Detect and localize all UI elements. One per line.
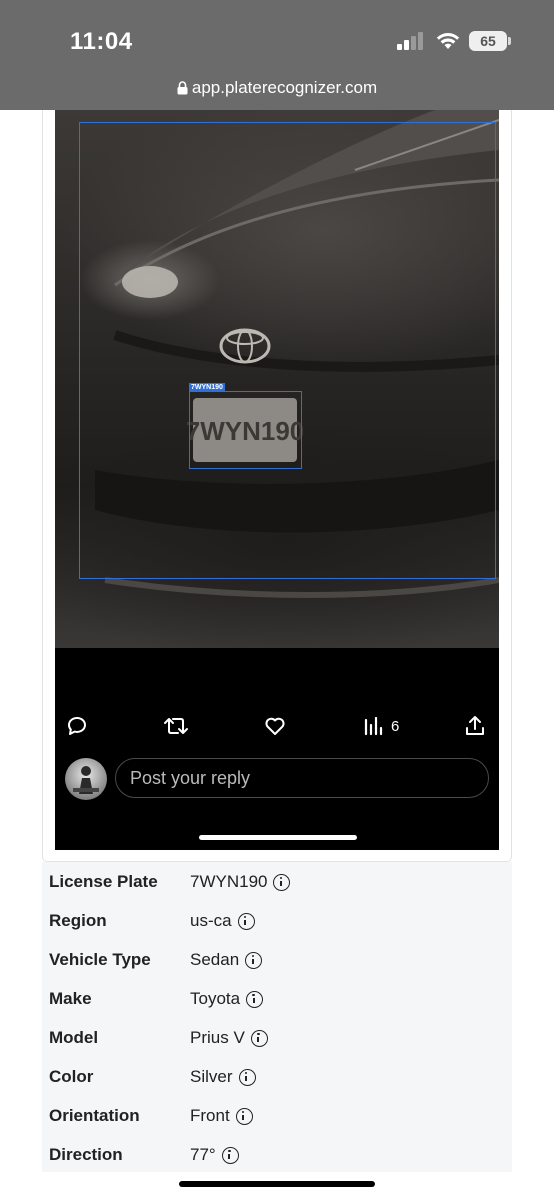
detail-row-make: Make Toyota xyxy=(42,980,512,1019)
detail-label: Color xyxy=(49,1067,94,1086)
info-icon[interactable] xyxy=(245,951,263,969)
like-button[interactable] xyxy=(263,714,287,738)
detail-row-orientation: Orientation Front xyxy=(42,1097,512,1136)
info-icon[interactable] xyxy=(246,990,264,1008)
info-icon[interactable] xyxy=(221,1146,239,1164)
info-icon[interactable] xyxy=(238,1068,256,1086)
detail-value: Prius V xyxy=(190,1028,245,1047)
uploaded-image: 7WYN190 7WYN190 6 Post your reply xyxy=(55,110,499,850)
detail-label: Orientation xyxy=(49,1106,140,1125)
detail-value: us-ca xyxy=(190,911,232,930)
detail-value: Sedan xyxy=(190,950,240,969)
avatar-figure xyxy=(73,766,99,794)
plate-detection-box xyxy=(189,391,302,469)
detail-row-color: Color Silver xyxy=(42,1058,512,1097)
detail-row-region: Region us-ca xyxy=(42,902,512,941)
detail-label: Model xyxy=(49,1028,99,1047)
detail-label: Make xyxy=(49,989,92,1008)
battery-level: 65 xyxy=(480,33,496,49)
views-button[interactable]: 6 xyxy=(363,714,399,738)
detail-row-vehicle-type: Vehicle Type Sedan xyxy=(42,941,512,980)
detail-label: License Plate xyxy=(49,872,158,891)
vehicle-detection-box xyxy=(79,122,496,579)
url-text: app.platerecognizer.com xyxy=(191,78,378,97)
repost-button[interactable] xyxy=(163,714,189,738)
detail-value: Toyota xyxy=(190,989,241,1008)
detail-value: Silver xyxy=(190,1067,233,1086)
detail-row-model: Model Prius V xyxy=(42,1019,512,1058)
heart-icon xyxy=(265,717,285,735)
views-count: 6 xyxy=(391,717,400,735)
detail-row-license-plate: License Plate 7WYN190 xyxy=(42,863,512,902)
battery-tip xyxy=(508,37,511,45)
home-indicator xyxy=(199,835,357,840)
post-actions-bar: 6 xyxy=(55,710,499,742)
url-bar[interactable]: app.platerecognizer.com xyxy=(0,78,554,98)
share-icon xyxy=(466,716,484,735)
home-indicator-bar xyxy=(179,1181,375,1187)
detail-label: Vehicle Type xyxy=(49,950,151,969)
repost-icon xyxy=(164,718,188,734)
info-icon[interactable] xyxy=(250,1029,268,1047)
reply-button[interactable] xyxy=(65,714,89,738)
analytics-icon xyxy=(364,716,383,736)
info-icon[interactable] xyxy=(235,1107,253,1125)
reply-composer: Post your reply xyxy=(55,758,499,802)
share-button[interactable] xyxy=(463,714,487,738)
browser-top-bar: 11:04 65 app.platerecognizer.com xyxy=(0,0,554,110)
avatar xyxy=(65,758,107,800)
vehicle-photo: 7WYN190 7WYN190 xyxy=(55,110,499,648)
status-time: 11:04 xyxy=(70,28,133,55)
battery-icon: 65 xyxy=(469,31,507,51)
detail-label: Region xyxy=(49,911,107,930)
detail-label: Direction xyxy=(49,1145,123,1164)
info-icon[interactable] xyxy=(237,912,255,930)
comment-icon xyxy=(67,716,86,735)
recognition-details: License Plate 7WYN190 Region us-ca Vehic… xyxy=(42,862,512,1172)
detail-value: 7WYN190 xyxy=(190,872,268,891)
lock-icon xyxy=(177,81,188,95)
wifi-icon xyxy=(436,33,460,49)
reply-input[interactable]: Post your reply xyxy=(115,758,489,798)
detail-row-direction: Direction 77° xyxy=(42,1136,512,1175)
info-icon[interactable] xyxy=(273,873,291,891)
cellular-signal-icon xyxy=(397,32,425,50)
detail-value: 77° xyxy=(190,1145,216,1164)
detail-value: Front xyxy=(190,1106,230,1125)
